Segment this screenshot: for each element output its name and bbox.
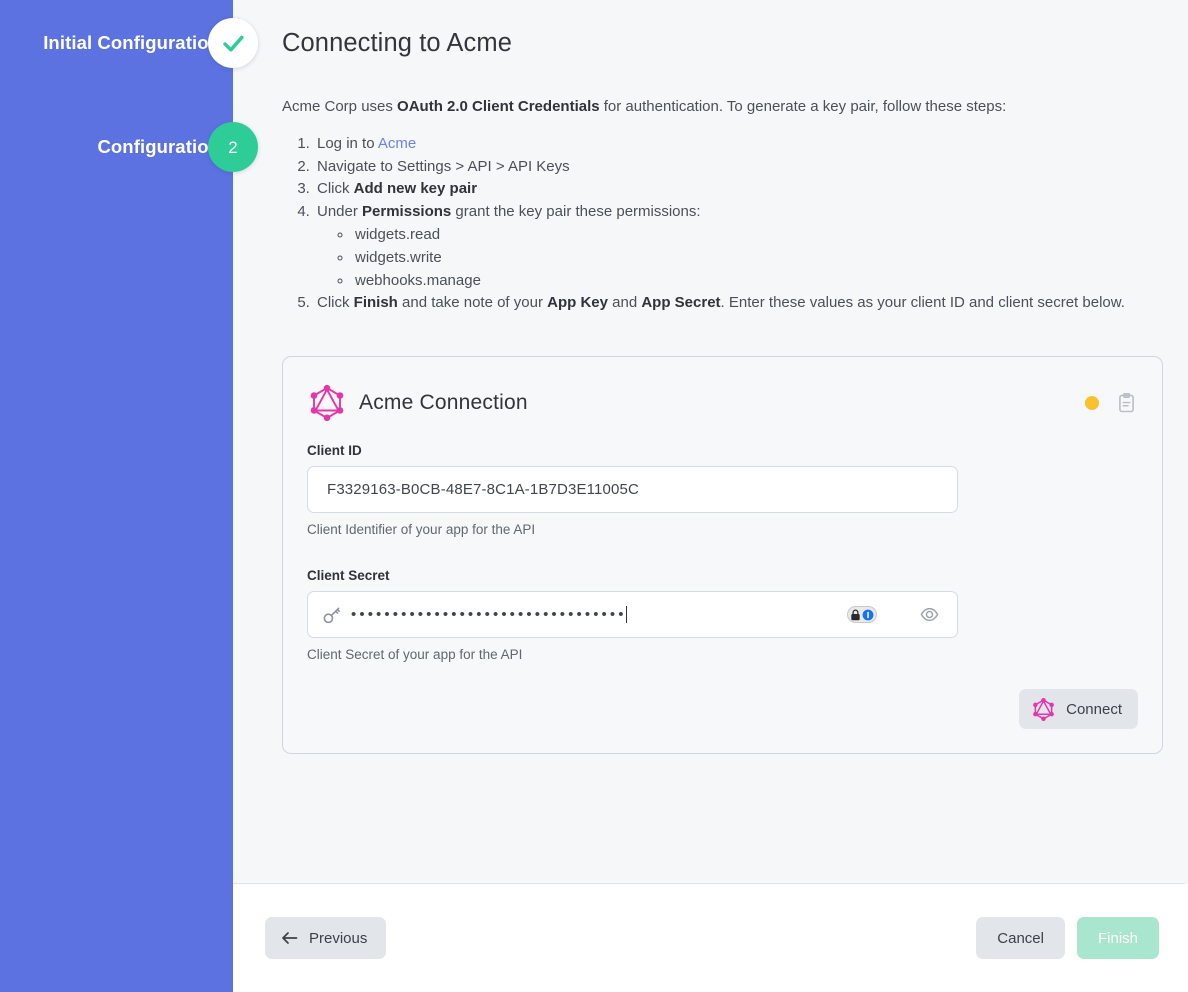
client-id-hint: Client Identifier of your app for the AP…: [307, 522, 1138, 537]
step-bold: App Secret: [641, 294, 720, 311]
step-badge-current: 2: [208, 122, 258, 172]
instruction-step-4: Under Permissions grant the key pair the…: [314, 201, 1160, 292]
status-badge: [1085, 396, 1099, 410]
wizard-footer: Previous Cancel Finish: [233, 884, 1188, 992]
arrow-left-icon: [281, 931, 298, 945]
client-secret-masked-value: •••••••••••••••••••••••••••••••••: [351, 607, 627, 622]
client-id-value: F3329163-B0CB-48E7-8C1A-1B7D3E11005C: [327, 481, 639, 498]
client-secret-label: Client Secret: [307, 568, 1138, 583]
clipboard-icon[interactable]: [1118, 393, 1135, 413]
intro-text-after: for authentication. To generate a key pa…: [600, 98, 1007, 115]
permission-item: widgets.read: [353, 224, 1160, 247]
graphql-logo-icon: [1031, 697, 1056, 722]
step-bold: Add new key pair: [354, 180, 477, 197]
step-bold: Permissions: [362, 203, 451, 220]
key-icon: [322, 605, 342, 625]
step-text: and take note of your: [398, 294, 547, 311]
autofill-key-icon: [862, 609, 874, 621]
step-text-after: . Enter these values as your client ID a…: [721, 294, 1125, 311]
instruction-step-3: Click Add new key pair: [314, 178, 1160, 201]
wizard-sidebar: Initial Configuration Configuration 2: [0, 0, 233, 992]
step-text: Click: [317, 294, 354, 311]
intro-bold: OAuth 2.0 Client Credentials: [397, 98, 600, 115]
step-text-after: grant the key pair these permissions:: [451, 203, 700, 220]
previous-button[interactable]: Previous: [265, 917, 386, 959]
client-id-input[interactable]: F3329163-B0CB-48E7-8C1A-1B7D3E11005C: [307, 466, 958, 513]
step-badge-completed: [208, 18, 258, 68]
client-secret-input[interactable]: •••••••••••••••••••••••••••••••••: [307, 591, 958, 638]
sidebar-step-initial-configuration[interactable]: Initial Configuration: [0, 32, 233, 54]
step-text: Log in to: [317, 135, 378, 152]
footer-primary-actions: Cancel Finish: [976, 917, 1159, 959]
previous-button-label: Previous: [309, 930, 367, 947]
step-bold: App Key: [547, 294, 608, 311]
lock-key-badge-icon[interactable]: [847, 606, 877, 623]
lock-icon: [850, 609, 861, 621]
instruction-step-2: Navigate to Settings > API > API Keys: [314, 156, 1160, 179]
graphql-logo-icon: [307, 383, 347, 423]
client-id-label: Client ID: [307, 443, 1138, 458]
step-text: Under: [317, 203, 362, 220]
sidebar-step-configuration[interactable]: Configuration 2: [0, 136, 233, 158]
acme-login-link[interactable]: Acme: [378, 135, 416, 152]
sidebar-step-label: Initial Configuration: [43, 32, 220, 54]
page-title: Connecting to Acme: [282, 22, 1160, 58]
finish-button[interactable]: Finish: [1077, 917, 1159, 959]
connect-button[interactable]: Connect: [1019, 689, 1138, 729]
step-bold: Finish: [354, 294, 398, 311]
secret-field-tools: [847, 605, 943, 624]
step-text: Click: [317, 180, 354, 197]
sidebar-step-label: Configuration: [97, 136, 220, 158]
connection-wizard: Initial Configuration Configuration 2 Co…: [0, 0, 1188, 992]
step-text: Navigate to Settings > API > API Keys: [317, 158, 570, 175]
connect-button-label: Connect: [1066, 701, 1122, 718]
permission-item: widgets.write: [353, 247, 1160, 270]
step-number: 2: [228, 139, 237, 156]
cancel-button[interactable]: Cancel: [976, 917, 1065, 959]
permission-list: widgets.read widgets.write webhooks.mana…: [317, 224, 1160, 292]
eye-icon[interactable]: [920, 605, 939, 624]
instruction-list: Log in to Acme Navigate to Settings > AP…: [282, 133, 1160, 315]
instruction-step-1: Log in to Acme: [314, 133, 1160, 156]
client-secret-hint: Client Secret of your app for the API: [307, 647, 1138, 662]
connection-title: Acme Connection: [359, 391, 528, 415]
intro-text-before: Acme Corp uses: [282, 98, 397, 115]
instruction-step-5: Click Finish and take note of your App K…: [314, 292, 1160, 315]
connect-action-row: Connect: [307, 689, 1138, 729]
intro-paragraph: Acme Corp uses OAuth 2.0 Client Credenti…: [282, 96, 1160, 118]
connection-card: Acme Connection Client ID F3329163-B0CB-…: [282, 356, 1163, 754]
main-content: Connecting to Acme Acme Corp uses OAuth …: [233, 0, 1188, 884]
text-caret: [626, 606, 627, 623]
check-icon: [220, 30, 247, 57]
connection-card-actions: [1085, 393, 1138, 413]
connection-card-header: Acme Connection: [307, 379, 1138, 427]
permission-item: webhooks.manage: [353, 270, 1160, 293]
step-text: and: [608, 294, 641, 311]
